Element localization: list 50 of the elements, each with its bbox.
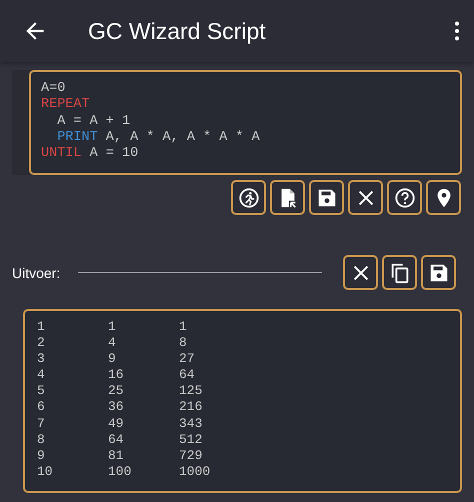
code-line: PRINT A, A * A, A * A * A: [56, 130, 261, 146]
output-value: 4: [37, 367, 46, 384]
output-value: 64: [179, 367, 196, 384]
output-value: 9: [108, 351, 117, 368]
code-line: REPEAT: [41, 97, 91, 114]
more-options-icon[interactable]: [454, 20, 460, 42]
output-value: 100: [108, 464, 132, 480]
code-line: A=0: [41, 81, 66, 98]
runner-icon: [238, 186, 260, 208]
save-output-button[interactable]: [421, 255, 456, 290]
output-value: 1: [108, 319, 117, 336]
output-value: 1000: [179, 464, 212, 480]
output-value: 64: [108, 432, 125, 448]
save-button[interactable]: [309, 180, 344, 215]
output-value: 343: [179, 416, 204, 432]
script-editor[interactable]: A=0 REPEAT A = A + 1 PRINT A, A * A, A * A * A UNTIL A = 10: [29, 70, 462, 175]
output-value: 216: [179, 399, 204, 416]
output-value: 5: [37, 383, 46, 400]
output-value: 81: [108, 448, 125, 464]
open-file-button[interactable]: [270, 180, 305, 215]
output-value: 125: [179, 383, 204, 400]
copy-button[interactable]: [382, 255, 418, 290]
output-value: 2: [37, 335, 46, 352]
location-button[interactable]: [426, 180, 461, 215]
clear-button[interactable]: [348, 180, 383, 215]
output-value: 25: [108, 383, 125, 400]
output-value: 512: [179, 432, 204, 448]
output-value: 27: [179, 351, 196, 368]
output-label: Uitvoer:: [12, 264, 60, 280]
output-value: 8: [179, 335, 188, 352]
output-value: 1: [179, 319, 188, 336]
output-value: 49: [108, 416, 125, 432]
clear-output-button[interactable]: [343, 255, 378, 290]
output-value: 6: [37, 399, 46, 416]
output-value: 9: [37, 448, 46, 464]
code-line: A = A + 1: [56, 114, 132, 130]
output-value: 8: [37, 432, 46, 448]
output-value: 36: [108, 399, 125, 416]
help-button[interactable]: [387, 180, 422, 215]
run-button[interactable]: [231, 180, 266, 215]
output-value: 3: [37, 351, 46, 368]
output-value: 10: [37, 464, 54, 480]
code-line: UNTIL A = 10: [41, 146, 140, 162]
output-value: 4: [108, 335, 117, 352]
app-title: GC Wizard Script: [88, 18, 267, 44]
help-icon: [394, 186, 416, 208]
output-value: 729: [179, 448, 204, 464]
output-value: 7: [37, 416, 46, 432]
output-value: 1: [37, 319, 46, 336]
output-value: 16: [108, 367, 125, 384]
